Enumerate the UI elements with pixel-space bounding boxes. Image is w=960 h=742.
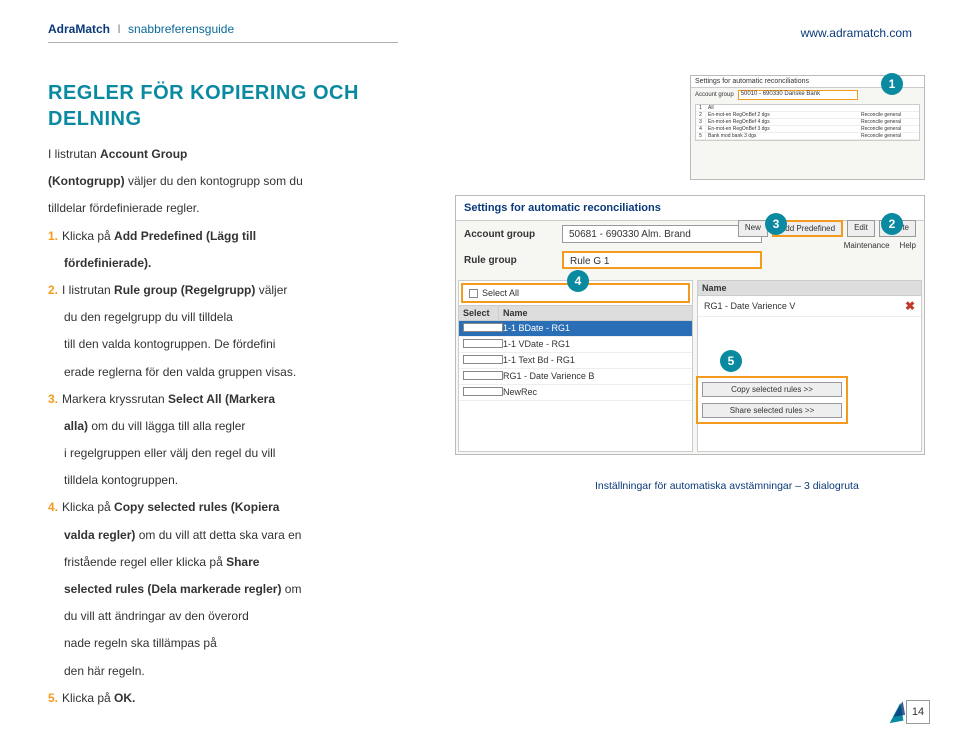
left-pane: Select All Select Name 1-1 BDate - RG1 1… (458, 280, 693, 452)
s4d: om du vill att detta ska vara en (135, 528, 301, 542)
s1b: Add Predefined (Lägg till (114, 229, 256, 243)
s3f: tilldela kontogruppen. (48, 468, 428, 493)
col-select: Select (459, 306, 499, 320)
s3e: i regelgruppen eller välj den regel du v… (48, 441, 428, 466)
s1a: Klicka på (62, 229, 114, 243)
mini-row: 3En-mot-en RegOnBef 4 dgsReconcile gener… (696, 119, 919, 126)
callout-4: 4 (567, 270, 589, 292)
mini-acct-value: 50010 - 690330 Danske Bank (738, 90, 858, 100)
col-name: Name (499, 306, 692, 320)
s2g: erade reglerna för den valda gruppen vis… (48, 360, 428, 385)
header-url: www.adramatch.com (801, 26, 912, 40)
s4b: Copy selected rules (Kopiera (114, 500, 279, 514)
text-content: REGLER FÖR KOPIERING OCH DELNING I listr… (48, 80, 428, 713)
rule-group-row: Rule group Rule G 1 (456, 247, 924, 273)
right-row-label: RG1 - Date Varience V (704, 301, 795, 311)
s1c: fördefinierade). (64, 256, 151, 270)
header-underline (48, 42, 398, 43)
s4e: fristående regel eller klicka på (64, 555, 226, 569)
help-link[interactable]: Help (900, 241, 916, 250)
brand: AdraMatch (48, 22, 110, 36)
callout-5: 5 (720, 350, 742, 372)
new-button[interactable]: New (738, 220, 768, 237)
mini-acct-label: Account group (695, 92, 734, 98)
s4g: selected rules (Dela markerade regler) (64, 582, 281, 596)
s2c: väljer (255, 283, 287, 297)
table-row[interactable]: 1-1 BDate - RG1 (459, 321, 692, 337)
mini-row: 5Bank mod bank 3 dgsReconcile general (696, 133, 919, 140)
s3d: om du vill lägga till alla regler (88, 419, 245, 433)
s2f: De fördefini (214, 337, 275, 351)
s5a: Klicka på (62, 691, 114, 705)
page-number: 14 (906, 700, 930, 724)
step-1-num: 1. (48, 229, 58, 243)
intro-3: tilldelar fördefinierade regler. (48, 196, 428, 221)
step-2-num: 2. (48, 283, 58, 297)
acct-dropdown[interactable]: 50681 - 690330 Alm. Brand (562, 225, 762, 243)
s3a: Markera kryssrutan (62, 392, 168, 406)
s4k: den här regeln. (48, 659, 428, 684)
s2e: till den valda kontogruppen. (64, 337, 214, 351)
intro-line: I listrutan Account Group (48, 147, 187, 161)
big-title: Settings for automatic reconciliations (456, 196, 924, 221)
mini-row: 2En-mot-en RegOnBef 2 dgsReconcile gener… (696, 112, 919, 119)
acct-label: Account group (464, 229, 554, 240)
corner-tri2-icon (891, 701, 905, 717)
subtitle: snabbreferensguide (128, 22, 234, 36)
s4h: om (281, 582, 301, 596)
s3b: Select All (Markera (168, 392, 275, 406)
copy-share-buttons: Copy selected rules >> Share selected ru… (696, 376, 848, 424)
share-selected-button[interactable]: Share selected rules >> (702, 403, 842, 418)
intro-2: väljer du den kontogrupp som du (128, 174, 303, 188)
big-screenshot: Settings for automatic reconciliations A… (455, 195, 925, 455)
table-row[interactable]: NewRec (459, 385, 692, 401)
mini-row: 4En-mot-en RegOnBef 3 dgsReconcile gener… (696, 126, 919, 133)
header-left: AdraMatch I snabbreferensguide (48, 22, 398, 43)
figure-caption: Inställningar för automatiska avstämning… (595, 480, 859, 492)
s4f: Share (226, 555, 259, 569)
s4i: du vill att ändringar av den överord (48, 604, 428, 629)
callout-1: 1 (881, 73, 903, 95)
s3c: alla) (64, 419, 88, 433)
intro-b: (Kontogrupp) (48, 174, 125, 188)
mini-row: 1All (696, 105, 919, 112)
step-4-num: 4. (48, 500, 58, 514)
maintenance-link[interactable]: Maintenance (844, 241, 890, 250)
s2d: du den regelgrupp du vill tilldela (48, 305, 428, 330)
edit-button[interactable]: Edit (847, 220, 875, 237)
s5b: OK. (114, 691, 135, 705)
table-row[interactable]: 1-1 Text Bd - RG1 (459, 353, 692, 369)
s2a: I listrutan (62, 283, 114, 297)
page-corner: 14 (894, 688, 930, 724)
checkbox-icon (469, 289, 478, 298)
separator: I (117, 22, 120, 36)
s4a: Klicka på (62, 500, 114, 514)
s2b: Rule group (Regelgrupp) (114, 283, 255, 297)
table-row[interactable]: 1-1 VDate - RG1 (459, 337, 692, 353)
panes: Select All Select Name 1-1 BDate - RG1 1… (456, 278, 924, 454)
page-title: REGLER FÖR KOPIERING OCH DELNING (48, 80, 428, 132)
callout-2: 2 (881, 213, 903, 235)
copy-selected-button[interactable]: Copy selected rules >> (702, 382, 842, 397)
step-3-num: 3. (48, 392, 58, 406)
select-all-label: Select All (482, 288, 519, 298)
s4j: nade regeln ska tillämpas på (48, 631, 428, 656)
page-header: AdraMatch I snabbreferensguide www.adram… (48, 22, 912, 43)
mini-table: 1All 2En-mot-en RegOnBef 2 dgsReconcile … (695, 104, 920, 141)
left-thead: Select Name (459, 305, 692, 321)
callout-3: 3 (765, 213, 787, 235)
rule-dropdown[interactable]: Rule G 1 (562, 251, 762, 269)
table-row[interactable]: RG1 - Date Varience B (459, 369, 692, 385)
delete-icon[interactable]: ✖ (905, 299, 915, 313)
rule-label: Rule group (464, 255, 554, 266)
step-5-num: 5. (48, 691, 58, 705)
figure-area: Settings for automatic reconciliations A… (455, 75, 925, 625)
col-name-right: Name (698, 281, 921, 296)
s4c: valda regler) (64, 528, 135, 542)
right-row[interactable]: RG1 - Date Varience V ✖ (698, 296, 921, 317)
